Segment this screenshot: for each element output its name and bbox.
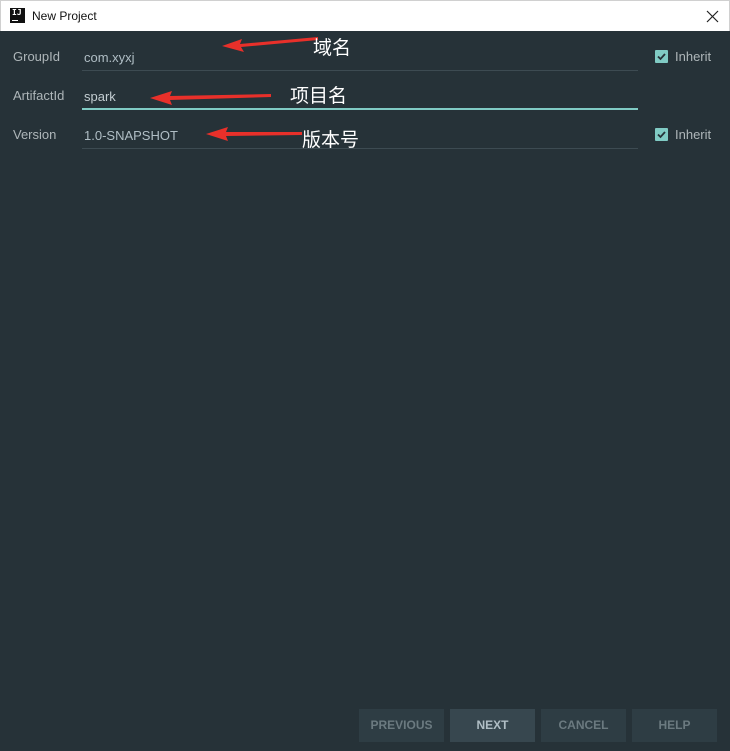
checkbox-checked-icon: [655, 50, 668, 63]
version-row: Version Inherit: [0, 117, 730, 156]
group-id-annotation-arrow: [222, 37, 318, 52]
window-title: New Project: [32, 9, 97, 23]
close-button[interactable]: [697, 1, 729, 32]
artifact-id-label: ArtifactId: [13, 88, 65, 103]
next-button[interactable]: NEXT: [450, 709, 535, 742]
artifact-id-annotation-arrow: [150, 91, 271, 105]
checkbox-checked-icon: [655, 128, 668, 141]
help-button[interactable]: HELP: [632, 709, 717, 742]
close-icon: [706, 10, 719, 23]
group-id-label: GroupId: [13, 49, 60, 64]
group-id-row: GroupId Inherit: [0, 39, 730, 78]
intellij-app-icon: IJ: [10, 8, 25, 23]
group-id-inherit-label: Inherit: [675, 49, 712, 64]
title-bar: IJ New Project: [0, 0, 730, 31]
version-label: Version: [13, 127, 57, 142]
new-project-form: GroupId Inherit ArtifactId Version Inher…: [0, 31, 730, 751]
cancel-button[interactable]: CANCEL: [541, 709, 626, 742]
artifact-id-annotation-text: 项目名: [290, 85, 348, 107]
version-annotation-text: 版本号: [302, 129, 360, 151]
version-inherit-label: Inherit: [675, 127, 712, 142]
group-id-annotation-text: 域名: [313, 37, 352, 59]
previous-button[interactable]: PREVIOUS: [359, 709, 444, 742]
version-annotation-arrow: [206, 127, 302, 141]
group-id-input[interactable]: [82, 41, 638, 71]
artifact-id-row: ArtifactId: [0, 78, 730, 117]
version-input[interactable]: [82, 119, 638, 149]
